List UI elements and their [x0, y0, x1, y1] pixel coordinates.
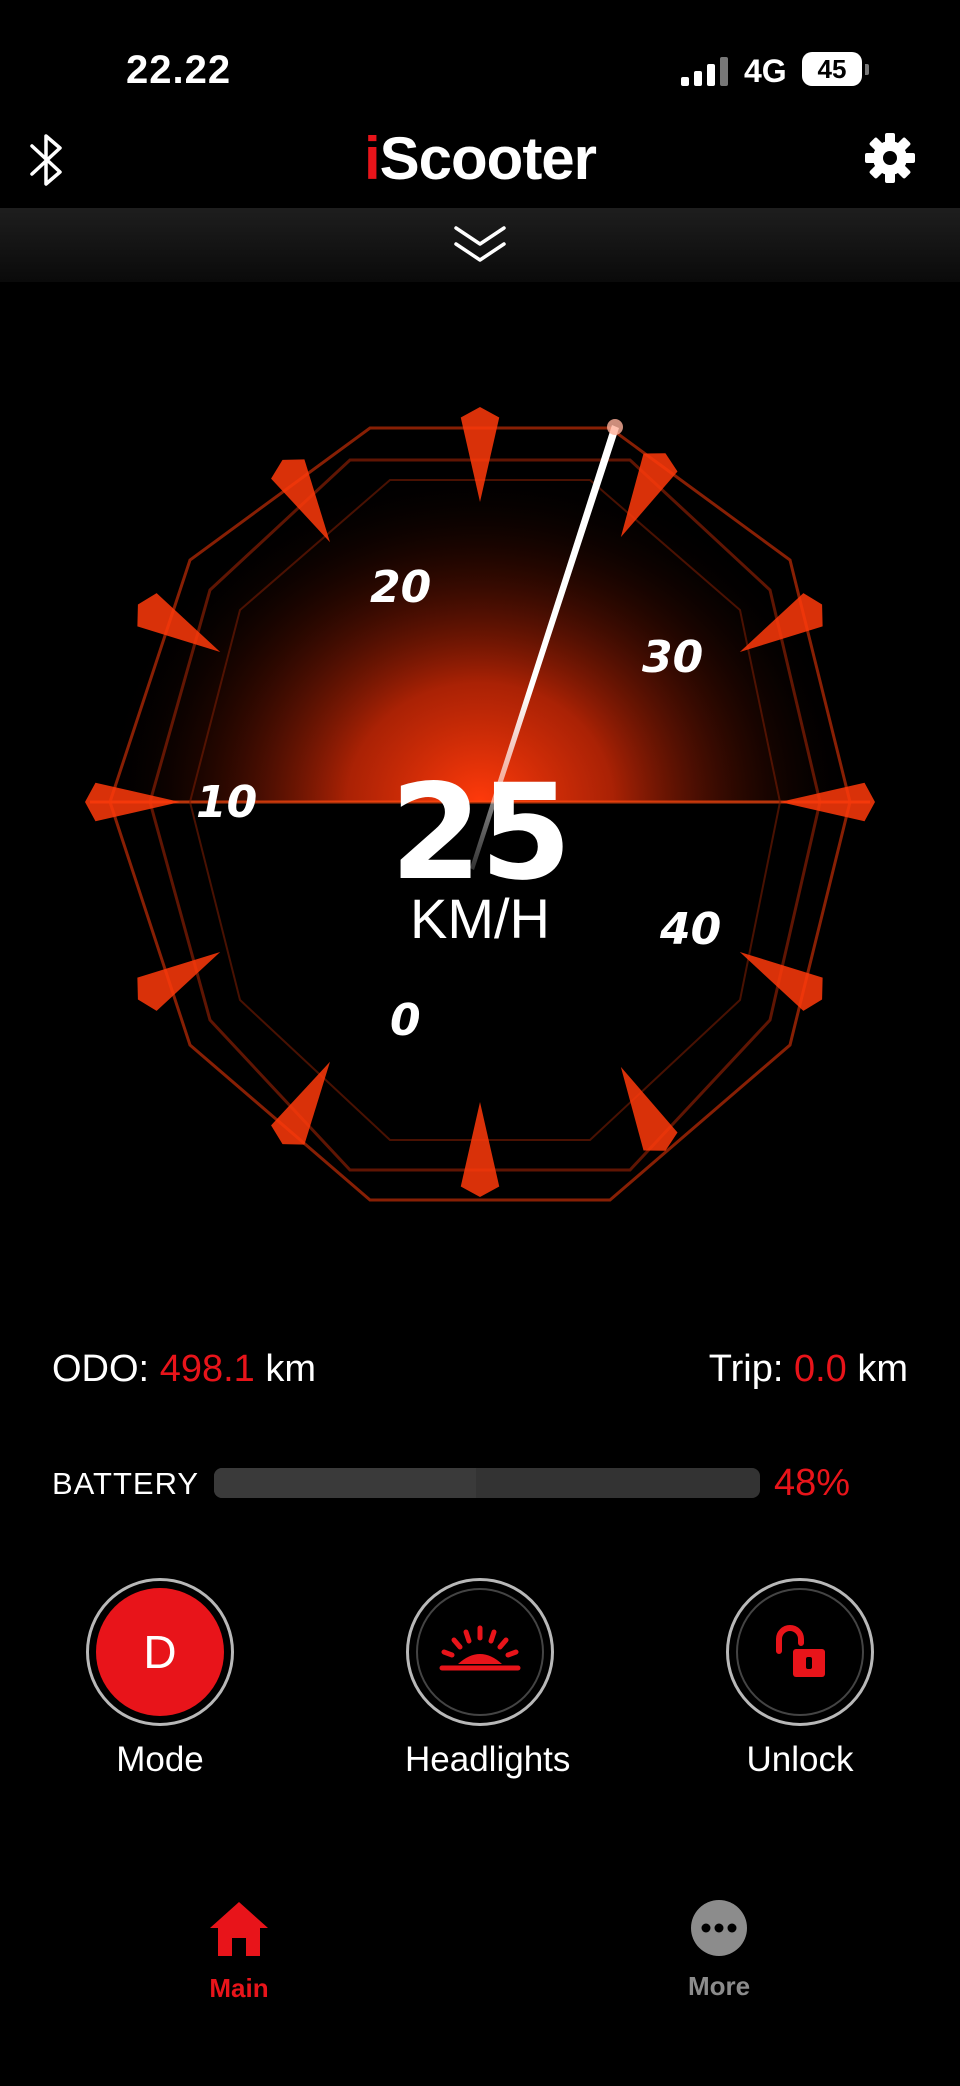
trip-meter: Trip: 0.0 km [709, 1348, 908, 1391]
unlock-icon [736, 1588, 864, 1716]
gauge-spike [137, 952, 221, 1011]
signal-icon [681, 56, 729, 86]
chevron-down-icon [454, 226, 506, 262]
odo-unit: km [265, 1348, 316, 1390]
mode-indicator: D [96, 1588, 224, 1716]
odo-value: 498.1 [159, 1348, 255, 1390]
gear-icon[interactable] [862, 130, 918, 186]
odo-label: ODO: [52, 1348, 150, 1390]
unlock-label: Unlock [746, 1740, 854, 1779]
gauge-tick-label: 20 [370, 562, 431, 613]
more-icon [691, 1900, 747, 1956]
mode-button[interactable]: D Mode [85, 1578, 235, 1780]
headlights-label: Headlights [405, 1740, 571, 1779]
status-bar: 22.22 4G 45 [0, 0, 960, 120]
gauge-tick-label: 0 [390, 995, 421, 1046]
tab-main-label: Main [209, 1973, 269, 2003]
trip-label: Trip: [708, 1348, 784, 1390]
battery-bar [214, 1468, 760, 1498]
battery-label: BATTERY [52, 1466, 200, 1501]
gauge-spike [460, 1102, 500, 1197]
collapse-panel-toggle[interactable] [0, 208, 960, 282]
tab-more[interactable]: More [639, 1898, 799, 2002]
trip-unit: km [857, 1348, 908, 1390]
status-time: 22.22 [126, 48, 232, 92]
battery-bar-fill [214, 1468, 477, 1498]
gauge-tick-label: 30 [642, 632, 703, 683]
headlights-ring [406, 1578, 554, 1726]
mode-ring: D [86, 1578, 234, 1726]
gauge-spike [271, 1061, 330, 1145]
tab-main[interactable]: Main [159, 1898, 319, 2004]
odometer: ODO: 498.1 km [52, 1348, 316, 1391]
unlock-button[interactable]: Unlock [725, 1578, 875, 1780]
tab-more-label: More [687, 1971, 751, 2001]
trip-value: 0.0 [793, 1348, 847, 1390]
network-type: 4G [744, 53, 787, 89]
app-logo: iScooter [363, 125, 597, 192]
mode-label: Mode [116, 1740, 204, 1779]
unlock-ring [726, 1578, 874, 1726]
status-battery-icon: 45 [802, 52, 869, 86]
battery-percent: 48% [774, 1462, 851, 1504]
headlight-icon [416, 1588, 544, 1716]
app-header: iScooter [0, 120, 960, 208]
speed-unit: KM/H [410, 887, 550, 950]
gauge-spike [620, 1066, 678, 1151]
home-icon [210, 1902, 268, 1956]
headlights-button[interactable]: Headlights [405, 1578, 571, 1780]
